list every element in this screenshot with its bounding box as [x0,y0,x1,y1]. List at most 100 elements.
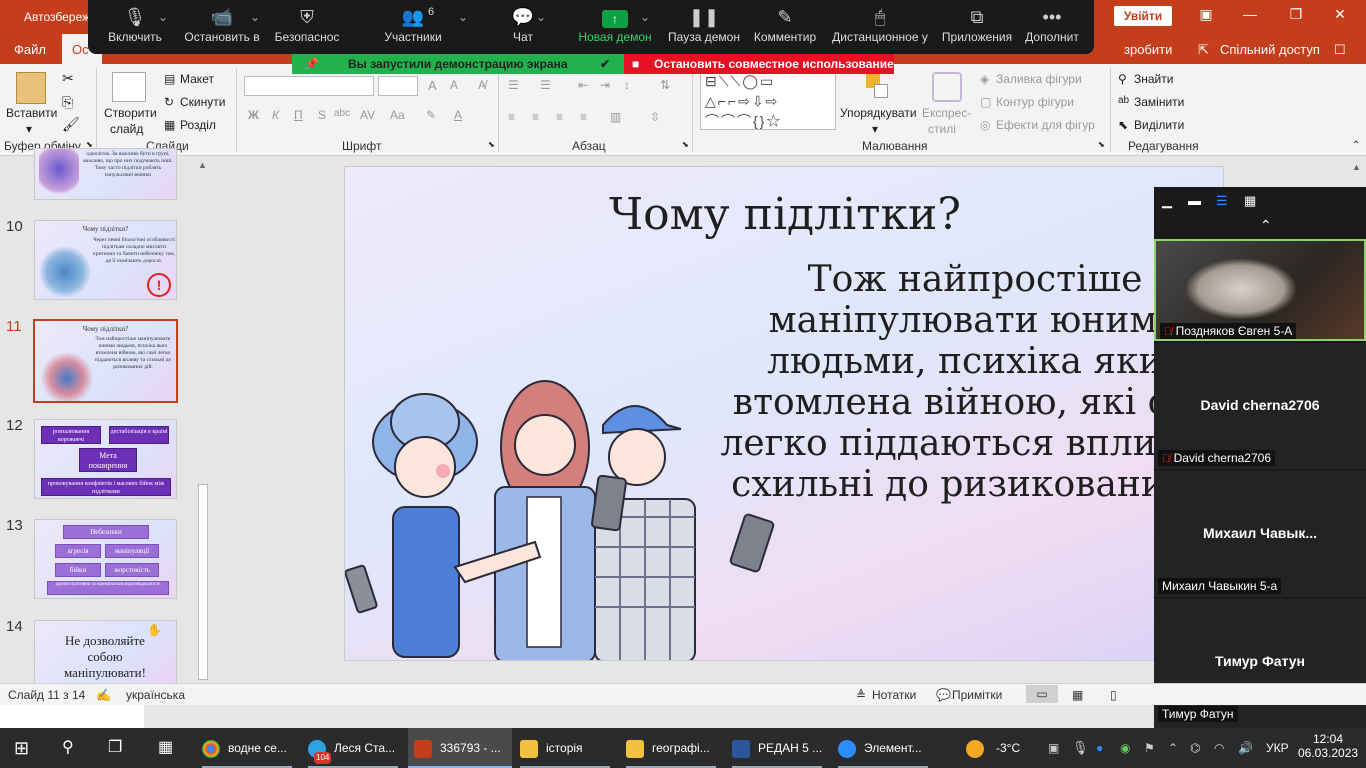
shape-effects-button[interactable]: Ефекти для фігур [996,118,1095,132]
paragraph-launcher-icon[interactable]: ⬊ [682,140,689,149]
highlight-icon[interactable]: ✎ [426,108,436,122]
login-button[interactable]: Увійти [1114,6,1172,26]
language-label[interactable]: українська [126,688,185,702]
tray-app-icon[interactable]: ▣ [1048,728,1059,768]
pin-icon[interactable]: 📌 [304,54,319,74]
search-icon[interactable]: ⚲ [62,728,74,768]
slide-title[interactable]: Чому підлітки? [345,189,1223,240]
align-right-icon[interactable]: ≡ [556,110,563,124]
microphone-icon[interactable]: 🎙 [1072,728,1089,768]
font-launcher-icon[interactable]: ⬊ [488,140,495,149]
tab-file[interactable]: Файл [14,42,46,57]
speaker-view-icon[interactable]: ☰ [1216,193,1228,209]
arrange-icon[interactable] [866,74,890,102]
tray-flag-icon[interactable]: ⚑ [1144,728,1155,768]
video-tile[interactable]: Михаил Чавык... Михаил Чавыкин 5-а [1154,471,1366,597]
chevron-down-icon[interactable]: ⌄ [536,10,546,24]
slide-thumbnail-10[interactable]: Чому підлітки? Через певні біологічні ос… [34,220,177,300]
quick-styles-icon[interactable] [932,72,962,102]
layout-button[interactable]: Макет [180,72,214,86]
video-tile[interactable]: Тимур Фатун Тимур Фатун [1154,599,1366,728]
strike-button[interactable]: S [318,108,326,122]
video-tile[interactable]: 🎙̸ Поздняков Євген 5-А [1154,239,1366,341]
shrink-font-icon[interactable]: A [450,78,458,92]
shape-outline-button[interactable]: Контур фігури [996,95,1074,109]
align-text-icon[interactable]: ⇳ [650,110,660,124]
italic-button[interactable]: К [272,108,279,122]
format-painter-icon[interactable]: 🖌 [62,116,80,133]
minimize-icon[interactable]: ▁ [1162,193,1172,209]
align-left-icon[interactable]: ≡ [508,110,515,124]
arrange-dropdown-icon[interactable]: ▾ [872,122,878,136]
find-button[interactable]: Знайти [1134,72,1173,86]
thumbnail-view-icon[interactable]: ▬ [1188,193,1201,208]
gallery-view-icon[interactable]: ▦ [1244,193,1256,209]
taskbar-item-powerpoint[interactable]: 336793 - ... [408,728,512,768]
replace-button[interactable]: Замінити [1134,95,1184,109]
columns-icon[interactable]: ▥ [610,110,621,124]
ribbon-display-icon[interactable]: ▣ [1186,6,1226,26]
grow-font-icon[interactable]: A [428,78,437,93]
slide-thumbnail-12[interactable]: розпалювання ворожнечі дестабілізація в … [34,419,177,499]
normal-view-icon[interactable]: ▭ [1026,685,1058,703]
paste-icon[interactable] [16,72,46,104]
text-direction-icon[interactable]: ⇅ [660,78,670,92]
pause-share-button[interactable]: ❚❚ Пауза демон [666,4,742,44]
task-view-icon[interactable]: ❐ [108,728,122,768]
slide-thumbnail-14[interactable]: Не дозволяйте собою маніпулювати! ✋ [34,620,177,684]
chevron-up-icon[interactable]: ⌃ [1260,217,1272,234]
paste-dropdown-icon[interactable]: ▾ [26,122,32,136]
slide-thumbnail-11[interactable]: Чому підлітки? Тож найпростіше маніпулюв… [33,319,178,403]
network-icon[interactable]: ⌬ [1190,728,1200,768]
shape-fill-button[interactable]: Заливка фігури [996,72,1082,86]
justify-icon[interactable]: ≡ [580,110,587,124]
system-clock[interactable]: 12:04 06.03.2023 [1298,728,1358,768]
calculator-icon[interactable]: ▦ [158,728,173,768]
cut-icon[interactable]: ✂ [62,70,74,87]
reading-view-icon[interactable]: ▯ [1110,688,1117,702]
font-family-select[interactable] [244,76,374,96]
shadow-button[interactable]: abc [334,108,350,119]
taskbar-item-folder-history[interactable]: історія [514,728,618,768]
taskbar-item-chrome[interactable]: водне се... [196,728,300,768]
wifi-icon[interactable]: ◠ [1214,728,1224,768]
share-button[interactable]: Спільний доступ [1220,42,1320,57]
slide-thumbnail-9[interactable]: одноліток. Їм важливо бути в групі, важл… [34,148,177,200]
keyboard-language[interactable]: УКР [1266,728,1289,768]
chevron-down-icon[interactable]: ⌄ [458,10,468,24]
font-color-icon[interactable]: A [454,108,462,122]
arrange-button[interactable]: Упорядкувати [840,106,917,120]
decrease-indent-icon[interactable]: ⇤ [578,78,588,92]
video-tile[interactable]: David cherna2706 🎙̸ David cherna2706 [1154,343,1366,469]
participants-button[interactable]: 👥 Участники [378,4,448,44]
chevron-down-icon[interactable]: ⌄ [640,10,650,24]
scroll-up-icon[interactable]: ▲ [198,160,207,170]
notes-button[interactable]: Нотатки [872,688,916,702]
chevron-down-icon[interactable]: ⌄ [250,10,260,24]
clear-format-icon[interactable]: A̸ [478,78,486,92]
remote-control-button[interactable]: 🖱 Дистанционное у [828,4,932,44]
bold-button[interactable]: Ж [248,108,259,122]
thumbnail-scroll-thumb[interactable] [198,484,208,680]
comments-icon[interactable]: ☐ [1334,42,1346,58]
apps-button[interactable]: ⧉ Приложения [940,4,1014,44]
quick-styles-label-1[interactable]: Експрес- [922,106,971,120]
temperature-label[interactable]: -3°C [996,728,1020,768]
new-slide-label-1[interactable]: Створити [104,106,157,120]
weather-icon[interactable] [966,728,992,768]
reset-button[interactable]: Скинути [180,95,225,109]
volume-icon[interactable]: 🔊 [1238,728,1253,768]
new-slide-icon[interactable] [112,72,146,102]
tray-share-icon[interactable]: ◉ [1120,728,1130,768]
chevron-down-icon[interactable]: ⌄ [158,10,168,24]
more-button[interactable]: ••• Дополнит [1022,4,1082,44]
search-hint[interactable]: зробити [1124,42,1172,57]
security-button[interactable]: ⛨ Безопаснос [272,4,342,44]
font-size-select[interactable] [378,76,418,96]
spacing-button[interactable]: AV [360,108,375,122]
slide-thumbnail-13[interactable]: Небезпеки агресія маніпуляції бійки жорс… [34,519,177,599]
windows-start-icon[interactable]: ⊞ [14,728,29,768]
close-icon[interactable]: ✕ [1320,6,1360,26]
slide-sorter-icon[interactable]: ▦ [1072,688,1083,702]
taskbar-item-folder-geography[interactable]: географі... [620,728,724,768]
